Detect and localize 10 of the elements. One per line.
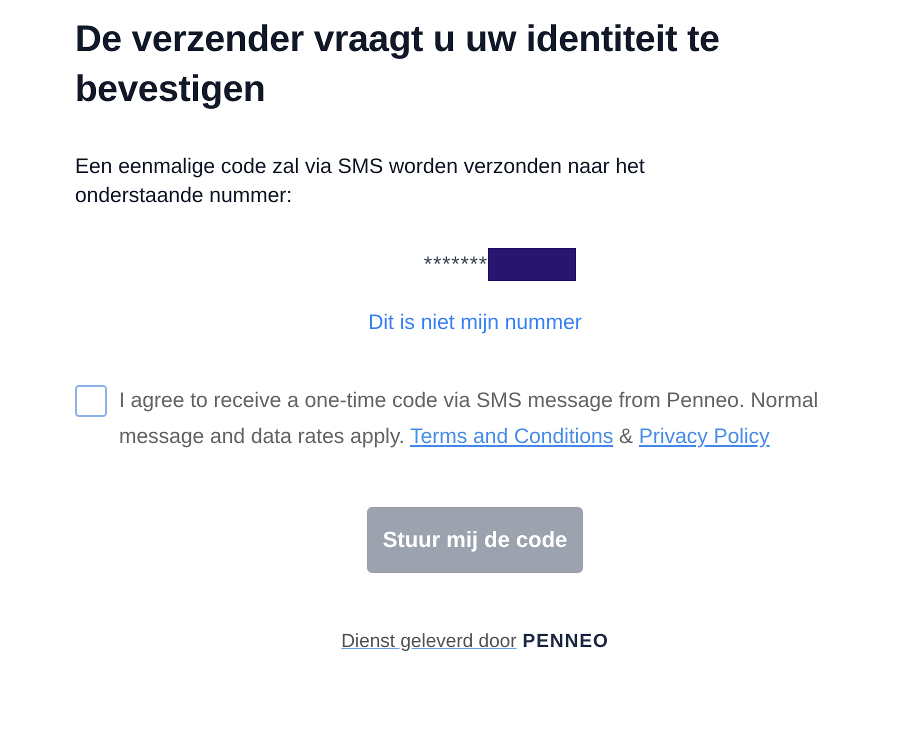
consent-text: I agree to receive a one-time code via SMS message from Penneo. Normal message and data rates apply. Terms and Conditions & Privacy Policy	[119, 388, 820, 450]
masked-phone-number: *******	[424, 252, 488, 278]
terms-link[interactable]: Terms and Conditions	[410, 424, 614, 448]
brand-logo: PENNEO	[522, 630, 609, 654]
intro-text: Een eenmalige code zal via SMS worden verzonden naar het onderstaande nummer:	[75, 154, 646, 209]
page-title: De verzender vraagt u uw identiteit te bevestigen	[75, 17, 720, 111]
consent-checkbox[interactable]	[75, 384, 107, 416]
privacy-link[interactable]: Privacy Policy	[638, 424, 770, 448]
provider-link[interactable]: Dienst geleverd door	[341, 628, 517, 656]
not-my-number-link[interactable]: Dit is niet mijn nummer	[368, 307, 582, 338]
